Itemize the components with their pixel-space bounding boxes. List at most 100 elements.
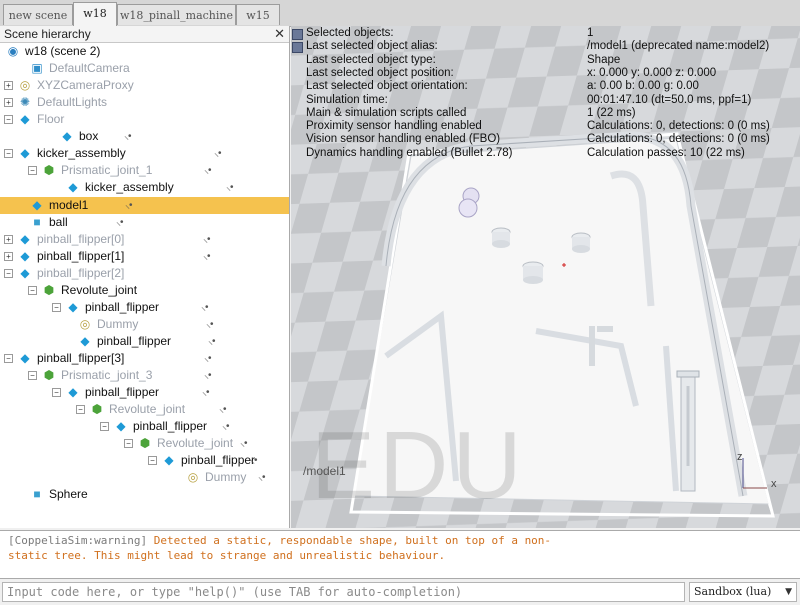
- hierarchy-item[interactable]: ◎ Dummy ⸜•: [0, 469, 289, 486]
- script-icon[interactable]: ⸜•: [124, 128, 131, 145]
- collapse-icon[interactable]: −: [4, 269, 13, 278]
- close-icon[interactable]: ✕: [274, 26, 285, 42]
- info-row: Main & simulation scripts called 1 (22 ms…: [291, 107, 800, 120]
- hierarchy-item[interactable]: − ◆ pinball_flipper[2]: [0, 265, 289, 282]
- hierarchy-item[interactable]: + ◆ pinball_flipper[0] ⸜•: [0, 231, 289, 248]
- hierarchy-item[interactable]: + ◆ pinball_flipper[1] ⸜•: [0, 248, 289, 265]
- hierarchy-item[interactable]: − ⬢ Prismatic_joint_1 ⸜•: [0, 162, 289, 179]
- hierarchy-item[interactable]: − ◆ pinball_flipper[3] ⸜•: [0, 350, 289, 367]
- tab-w15[interactable]: w15: [236, 4, 280, 25]
- console-prefix: [CoppeliaSim:warning]: [8, 534, 148, 547]
- shape-icon: ◆: [20, 351, 30, 365]
- cube-icon: ■: [33, 487, 41, 501]
- hierarchy-item-label: Prismatic_joint_3: [61, 368, 153, 382]
- scene-icon: ◉: [7, 44, 19, 58]
- shape-icon: ◆: [164, 453, 174, 467]
- script-icon[interactable]: ⸜•: [204, 367, 211, 384]
- hierarchy-item-label: Dummy: [97, 317, 139, 331]
- shape-icon: ◆: [80, 334, 90, 348]
- hierarchy-item[interactable]: − ◆ Floor: [0, 111, 289, 128]
- expand-icon[interactable]: +: [4, 98, 13, 107]
- info-key: Proximity sensor handling enabled: [306, 120, 482, 133]
- script-icon[interactable]: ⸜•: [202, 384, 209, 401]
- script-icon[interactable]: ⸜•: [125, 197, 132, 214]
- hierarchy-item-label: box: [79, 129, 99, 143]
- tab-new-scene[interactable]: new scene: [3, 4, 73, 25]
- collapse-icon[interactable]: −: [28, 371, 37, 380]
- script-icon[interactable]: ⸜•: [201, 299, 208, 316]
- hierarchy-item[interactable]: − ⬢ Revolute_joint ⸜•: [0, 435, 289, 452]
- script-icon[interactable]: ⸜•: [208, 333, 215, 350]
- hierarchy-item[interactable]: + ✺ DefaultLights: [0, 94, 289, 111]
- expand-icon[interactable]: +: [4, 252, 13, 261]
- collapse-icon[interactable]: −: [52, 303, 61, 312]
- joint-icon: ⬢: [139, 436, 151, 450]
- joint-icon: ⬢: [91, 402, 103, 416]
- camera-icon: ▣: [31, 61, 43, 75]
- tab-w18-pinall-machine[interactable]: w18_pinall_machine: [117, 4, 236, 25]
- code-input[interactable]: Input code here, or type "help()" (use T…: [2, 582, 685, 602]
- info-toggle-icon[interactable]: [292, 42, 303, 54]
- hierarchy-item[interactable]: − ◆ pinball_flipper ⸜•: [0, 452, 289, 469]
- info-toggle-icon[interactable]: [292, 29, 303, 40]
- script-icon[interactable]: ⸜•: [204, 162, 211, 179]
- hierarchy-item[interactable]: − ⬢ Prismatic_joint_3 ⸜•: [0, 367, 289, 384]
- script-icon[interactable]: ⸜•: [214, 145, 221, 162]
- hierarchy-item[interactable]: − ⬢ Revolute_joint ⸜•: [0, 401, 289, 418]
- hierarchy-item[interactable]: ■ ball ⸜•: [0, 214, 289, 231]
- script-icon[interactable]: ⸜•: [258, 469, 265, 486]
- hierarchy-item[interactable]: ◆ kicker_assembly ⸜•: [0, 179, 289, 196]
- collapse-icon[interactable]: −: [4, 115, 13, 124]
- dummy-icon: ◎: [79, 317, 91, 331]
- script-icon[interactable]: ⸜•: [240, 435, 247, 452]
- script-icon[interactable]: ⸜•: [226, 179, 233, 196]
- expand-icon[interactable]: +: [4, 81, 13, 90]
- hierarchy-item[interactable]: ▣ DefaultCamera: [0, 60, 289, 77]
- hierarchy-item-label: kicker_assembly: [37, 146, 126, 160]
- chevron-down-icon[interactable]: ▼: [785, 583, 792, 601]
- collapse-icon[interactable]: −: [124, 439, 133, 448]
- hierarchy-item[interactable]: ◉ w18 (scene 2): [0, 43, 289, 60]
- script-icon[interactable]: ⸜•: [206, 316, 213, 333]
- hierarchy-item-label: pinball_flipper[3]: [37, 351, 125, 365]
- hierarchy-item[interactable]: − ◆ kicker_assembly ⸜•: [0, 145, 289, 162]
- script-icon[interactable]: ⸜•: [250, 452, 257, 469]
- hierarchy-item[interactable]: − ◆ pinball_flipper ⸜•: [0, 418, 289, 435]
- scene-3d-view[interactable]: EDU /model1 x z Selected objects: 1 Last s…: [291, 26, 800, 528]
- hierarchy-item[interactable]: ◆ model1 ⸜•: [0, 197, 289, 214]
- sandbox-select[interactable]: Sandbox (lua) ▼: [689, 582, 797, 602]
- script-icon[interactable]: ⸜•: [203, 231, 210, 248]
- collapse-icon[interactable]: −: [148, 456, 157, 465]
- script-icon[interactable]: ⸜•: [203, 248, 210, 265]
- hierarchy-item[interactable]: ◆ pinball_flipper ⸜•: [0, 333, 289, 350]
- collapse-icon[interactable]: −: [28, 166, 37, 175]
- script-icon[interactable]: ⸜•: [204, 350, 211, 367]
- shape-icon: ◆: [116, 419, 126, 433]
- hierarchy-item[interactable]: ◆ box ⸜•: [0, 128, 289, 145]
- collapse-icon[interactable]: −: [76, 405, 85, 414]
- hierarchy-item[interactable]: ■ Sphere: [0, 486, 289, 503]
- collapse-icon[interactable]: −: [52, 388, 61, 397]
- hierarchy-item-label: w18 (scene 2): [25, 44, 101, 58]
- hierarchy-item[interactable]: − ◆ pinball_flipper ⸜•: [0, 299, 289, 316]
- collapse-icon[interactable]: −: [4, 354, 13, 363]
- script-icon[interactable]: ⸜•: [219, 401, 226, 418]
- collapse-icon[interactable]: −: [4, 149, 13, 158]
- hierarchy-item-label: pinball_flipper: [85, 385, 160, 399]
- hierarchy-item[interactable]: − ⬢ Revolute_joint: [0, 282, 289, 299]
- hierarchy-item[interactable]: − ◆ pinball_flipper ⸜•: [0, 384, 289, 401]
- info-key: Vision sensor handling enabled (FBO): [306, 133, 501, 146]
- shape-icon: ◆: [20, 112, 30, 126]
- tab-w18[interactable]: w18: [73, 2, 117, 26]
- collapse-icon[interactable]: −: [28, 286, 37, 295]
- hierarchy-item-label: pinball_flipper: [133, 419, 208, 433]
- hierarchy-item[interactable]: + ◎ XYZCameraProxy: [0, 77, 289, 94]
- script-icon[interactable]: ⸜•: [222, 418, 229, 435]
- info-key: Dynamics handling enabled (Bullet 2.78): [306, 146, 513, 159]
- hierarchy-item-label: ball: [49, 215, 68, 229]
- script-icon[interactable]: ⸜•: [116, 214, 123, 231]
- shape-icon: ◆: [20, 232, 30, 246]
- hierarchy-item[interactable]: ◎ Dummy ⸜•: [0, 316, 289, 333]
- collapse-icon[interactable]: −: [100, 422, 109, 431]
- expand-icon[interactable]: +: [4, 235, 13, 244]
